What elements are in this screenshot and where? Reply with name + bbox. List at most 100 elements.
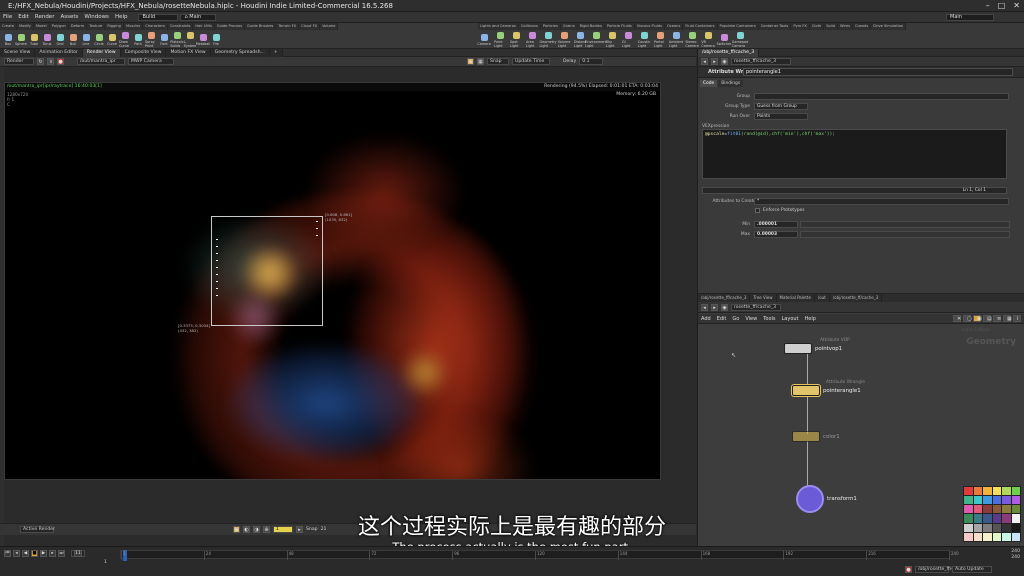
region-handles-right[interactable]	[316, 221, 318, 241]
shelf-tool-spot-light[interactable]: Spot Light	[510, 32, 522, 48]
render-region-box[interactable]: [0.808, 0.661] (1035, 832) [0.3375, 0.30…	[178, 212, 352, 333]
tool-layout-icon[interactable]: ▤	[983, 315, 992, 322]
shelf-tab-pyro-fx[interactable]: Pyro FX	[791, 23, 810, 30]
tab-animation-editor[interactable]: Animation Editor	[35, 48, 83, 57]
shelf-tool-grid[interactable]: Grid	[54, 34, 66, 46]
shelf-tool-volume-light[interactable]: Volume Light	[558, 32, 570, 48]
shelf-tool-point-light[interactable]: Point Light	[494, 32, 506, 48]
palette-swatch[interactable]	[1011, 496, 1020, 505]
shelf-tab-grains[interactable]: Grains	[561, 23, 578, 30]
tool-wrench-icon[interactable]: ✕	[953, 315, 961, 322]
shelf-tab-lights-and-cameras[interactable]: Lights and Cameras	[478, 23, 519, 30]
menu-help[interactable]: Help	[112, 14, 131, 20]
tab-motion-fx-view[interactable]: Motion FX View	[166, 48, 211, 57]
shelf-tool-spray-paint[interactable]: Spray Paint	[145, 32, 157, 48]
net-back-icon[interactable]: ◂	[701, 303, 708, 311]
step-forward-icon[interactable]: ▸	[49, 550, 56, 557]
shelf-tool-gi-light[interactable]: GI Light	[622, 32, 634, 48]
shelf-tab-wires[interactable]: Wires	[838, 23, 854, 30]
shelf-tool-metaball[interactable]: Metaball	[196, 34, 210, 46]
shelf-tool-geometry-light[interactable]: Geometry Light	[540, 32, 556, 48]
tab-material-palette[interactable]: Material Palette	[777, 294, 815, 302]
vex-editor[interactable]: @pscale=fit01(rand(@id),chf('min'),chf('…	[702, 129, 1007, 179]
palette-swatch[interactable]	[992, 496, 1001, 505]
tab-render-view[interactable]: Render View	[82, 48, 121, 57]
node-body-pointvop1[interactable]	[784, 343, 812, 354]
shelf-tool-line[interactable]: Line	[80, 34, 92, 46]
shelf-tab-polygon[interactable]: Polygon	[50, 23, 69, 30]
shelf-tab-oceans[interactable]: Oceans	[665, 23, 684, 30]
node-pointerangle1[interactable]: pointerangle1	[792, 385, 861, 396]
menu-windows[interactable]: Windows	[81, 14, 112, 20]
tab-composite-view[interactable]: Composite View	[120, 48, 167, 57]
tab-bindings[interactable]: Bindings	[718, 80, 744, 87]
enforce-prototypes-checkbox[interactable]	[755, 208, 760, 213]
shelf-tool-area-light[interactable]: Area Light	[526, 32, 538, 48]
max-slider[interactable]	[800, 231, 1010, 238]
stop-icon[interactable]: ●	[57, 58, 64, 65]
shelf-tab-create[interactable]: Create	[0, 23, 17, 30]
shelf-tool-vr-camera[interactable]: VR Camera	[701, 32, 715, 48]
net-menu-tools[interactable]: Tools	[760, 316, 778, 322]
shelf-tool-switcher[interactable]: Switcher	[717, 34, 731, 46]
shelf-tool-box[interactable]: Box	[2, 34, 14, 46]
node-pointvop1[interactable]: pointvop1	[784, 343, 842, 354]
shelf-tool-portal-light[interactable]: Portal Light	[654, 32, 666, 48]
min-field[interactable]: .000001	[754, 221, 798, 228]
min-slider[interactable]	[800, 221, 1010, 228]
shelf-tool-sphere[interactable]: Sphere	[15, 34, 27, 46]
palette-swatch[interactable]	[964, 487, 973, 496]
tab-out[interactable]: /out	[815, 294, 830, 302]
menu-edit[interactable]: Edit	[15, 14, 32, 20]
net-menu-help[interactable]: Help	[802, 316, 819, 322]
shelf-tab-crowds[interactable]: Crowds	[853, 23, 872, 30]
shelf-tool-platonic-solids[interactable]: Platonic Solids	[170, 32, 184, 48]
status-path[interactable]: /obj/rosette_ff/cache...	[915, 566, 969, 573]
palette-swatch[interactable]	[983, 487, 992, 496]
shelf-tab-model[interactable]: Model	[34, 23, 50, 30]
palette-swatch[interactable]	[992, 487, 1001, 496]
shelf-tab-rigid-bodies[interactable]: Rigid Bodies	[578, 23, 605, 30]
net-menu-layout[interactable]: Layout	[779, 316, 802, 322]
tab-network-path-2[interactable]: /obj/rosette_ff/cache_3	[830, 294, 883, 302]
add-tab-icon[interactable]: +	[269, 48, 283, 57]
shelf-tab-fluid-containers[interactable]: Fluid Containers	[683, 23, 718, 30]
shelf-tab-drive-simulation[interactable]: Drive Simulation	[871, 23, 907, 30]
shelf-tool-caustic-light[interactable]: Caustic Light	[638, 32, 650, 48]
camera-select[interactable]: MWP Camera	[128, 58, 174, 65]
shelf-tool-ambient-light[interactable]: Ambient Light	[669, 32, 683, 48]
menu-assets[interactable]: Assets	[57, 14, 81, 20]
shelf-tab-container-tools[interactable]: Container Tools	[759, 23, 792, 30]
shelf-tool-stereo-camera[interactable]: Stereo Camera	[685, 32, 699, 48]
shelf-tab-deform[interactable]: Deform	[69, 23, 88, 30]
palette-swatch[interactable]	[1011, 487, 1020, 496]
play-reverse-icon[interactable]: ◀	[22, 550, 29, 557]
current-frame-field[interactable]: 11	[71, 550, 85, 557]
node-body-color1[interactable]	[792, 431, 820, 442]
shelf-tool-draw-curve[interactable]: Draw Curve	[119, 32, 131, 48]
tab-network-path[interactable]: /obj/rosette_ff/cache_3	[698, 294, 751, 302]
shelf-tab-viscous-fluids[interactable]: Viscous Fluids	[635, 23, 665, 30]
net-menu-go[interactable]: Go	[729, 316, 742, 322]
shelf-tool-environment-light[interactable]: Environment Light	[585, 32, 607, 48]
grid-icon[interactable]: ▦	[477, 58, 484, 65]
jump-end-icon[interactable]: ⏭	[58, 550, 65, 557]
stop-play-icon[interactable]: ■	[31, 550, 38, 557]
palette-swatch[interactable]	[983, 496, 992, 505]
node-color1[interactable]: color1	[792, 431, 840, 442]
palette-swatch[interactable]	[964, 496, 973, 505]
shelf-tool-font[interactable]: Font	[158, 34, 170, 46]
shelf-tool-file[interactable]: File	[210, 34, 222, 46]
shelf-tab-terrain-fx[interactable]: Terrain FX	[276, 23, 300, 30]
shelf-tab-rigging[interactable]: Rigging	[105, 23, 124, 30]
node-name-field[interactable]: pointerangle1	[743, 68, 1013, 76]
shelf-tool-circle[interactable]: Circle	[93, 34, 105, 46]
play-icon[interactable]: ▶	[40, 550, 47, 557]
palette-swatch[interactable]	[973, 487, 982, 496]
palette-swatch[interactable]	[973, 496, 982, 505]
desktop-main-select[interactable]: ⌂ Main	[180, 13, 217, 21]
shelf-tool-gamepad-camera[interactable]: Gamepad Camera	[732, 32, 748, 48]
update-time-button[interactable]: Update Time	[512, 58, 550, 65]
forward-icon[interactable]: ▸	[711, 58, 718, 65]
shelf-tab-modify[interactable]: Modify	[17, 23, 34, 30]
